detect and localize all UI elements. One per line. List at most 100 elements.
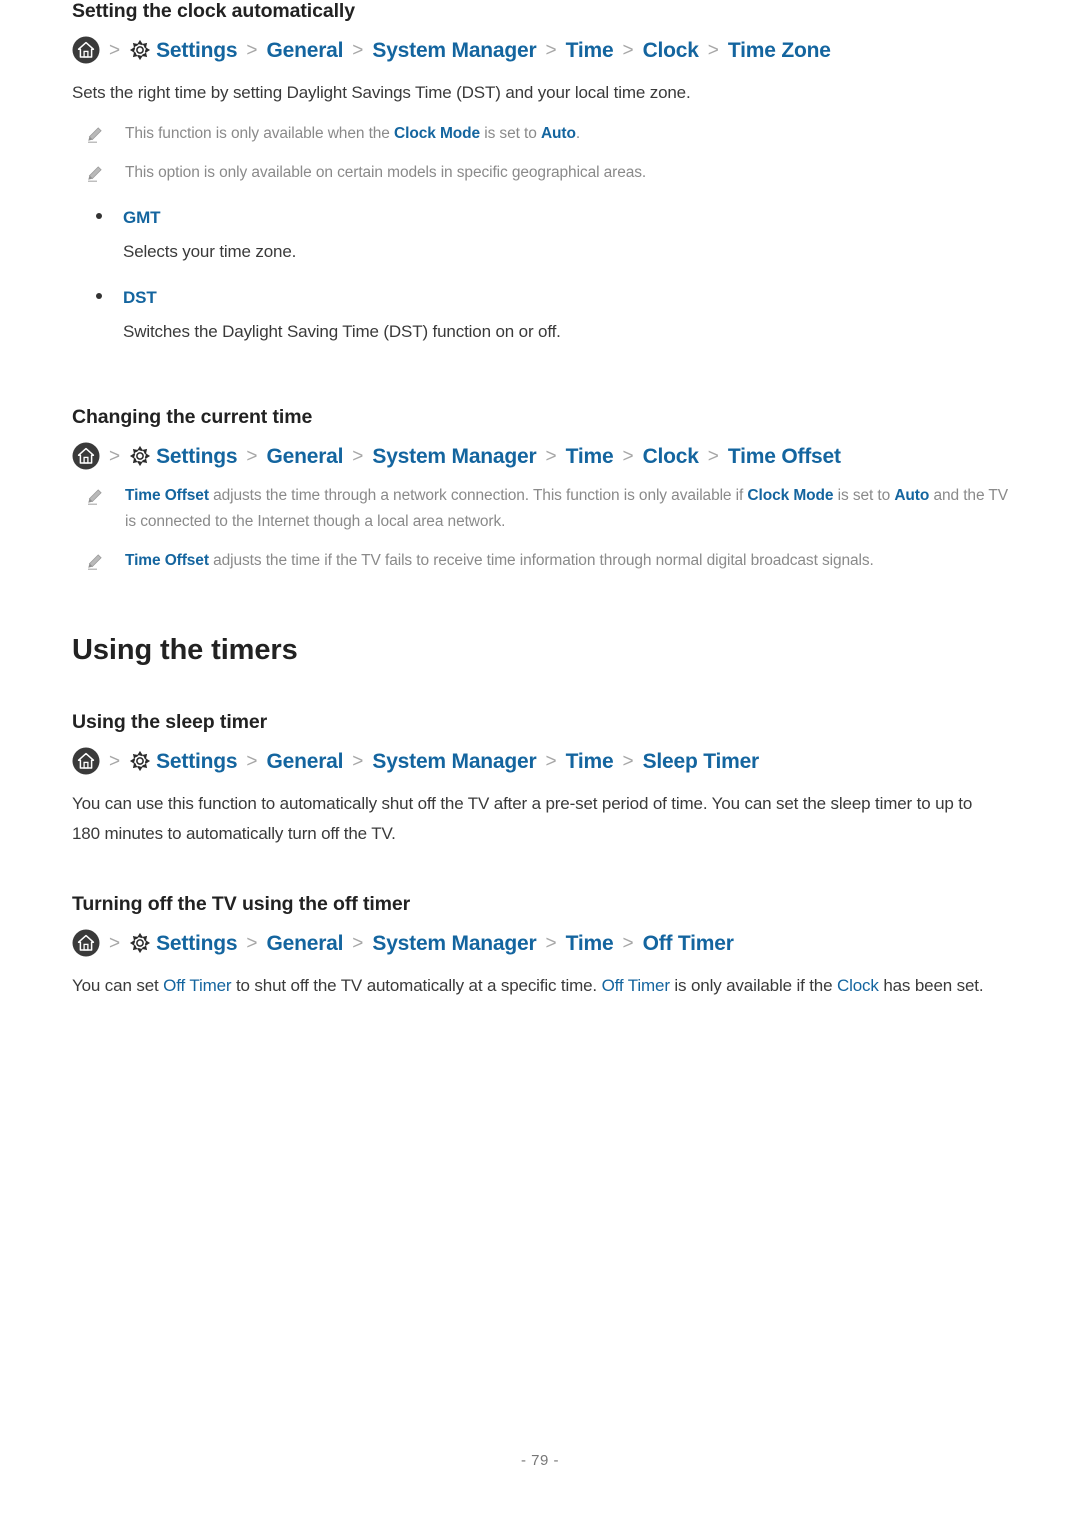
- breadcrumb-item-system-manager[interactable]: System Manager: [372, 40, 536, 61]
- bullet-label-dst[interactable]: DST: [123, 288, 157, 308]
- pencil-note-icon: [72, 160, 103, 182]
- chevron-right-icon: >: [545, 932, 557, 954]
- chevron-right-icon: >: [622, 445, 634, 467]
- chevron-right-icon: >: [545, 445, 557, 467]
- breadcrumb-item-time[interactable]: Time: [566, 446, 614, 467]
- gear-icon[interactable]: [129, 445, 156, 467]
- note-time-offset-broadcast: Time Offset adjusts the time if the TV f…: [72, 548, 1008, 574]
- pencil-note-icon: [72, 121, 103, 143]
- home-icon[interactable]: [72, 36, 100, 64]
- note-term-auto: Auto: [894, 487, 930, 504]
- bullet-description-dst: Switches the Daylight Saving Time (DST) …: [123, 322, 561, 341]
- note-part: .: [575, 125, 581, 142]
- gear-icon[interactable]: [129, 932, 156, 954]
- breadcrumb-item-system-manager[interactable]: System Manager: [372, 446, 536, 467]
- breadcrumb-off-timer: > Settings > General > System Manager > …: [72, 929, 1008, 957]
- breadcrumb-time-zone: > Settings > General > System Manager > …: [72, 36, 1008, 64]
- section-heading-clock-auto: Setting the clock automatically: [72, 0, 355, 22]
- breadcrumb-item-general[interactable]: General: [266, 933, 343, 954]
- note-part: adjusts the time through a network conne…: [208, 487, 748, 504]
- chevron-right-icon: >: [707, 39, 719, 61]
- breadcrumb-item-general[interactable]: General: [266, 40, 343, 61]
- paragraph-term-off-timer: Off Timer: [163, 976, 232, 995]
- breadcrumb-item-time[interactable]: Time: [566, 933, 614, 954]
- breadcrumb-item-off-timer[interactable]: Off Timer: [643, 933, 734, 954]
- section-heading-changing-time: Changing the current time: [72, 406, 313, 428]
- chevron-right-icon: >: [352, 932, 364, 954]
- bullet-dot-icon: [96, 293, 102, 299]
- breadcrumb-item-time[interactable]: Time: [566, 40, 614, 61]
- breadcrumb-sleep-timer: > Settings > General > System Manager > …: [72, 747, 1008, 775]
- breadcrumb-item-time-zone[interactable]: Time Zone: [728, 40, 831, 61]
- chevron-right-icon: >: [352, 445, 364, 467]
- document-page: Setting the clock automatically > Settin…: [0, 0, 1080, 1527]
- chevron-right-icon: >: [246, 39, 258, 61]
- bullet-dot-icon: [96, 213, 102, 219]
- breadcrumb-time-offset: > Settings > General > System Manager > …: [72, 442, 1008, 470]
- chevron-right-icon: >: [352, 750, 364, 772]
- note-term-auto: Auto: [540, 125, 576, 142]
- note-text: Time Offset adjusts the time through a n…: [125, 483, 1008, 535]
- page-title-using-the-timers: Using the timers: [72, 634, 298, 666]
- breadcrumb-item-general[interactable]: General: [266, 751, 343, 772]
- gear-icon[interactable]: [129, 750, 156, 772]
- page-number: - 79 -: [520, 1452, 559, 1469]
- breadcrumb-item-time[interactable]: Time: [566, 751, 614, 772]
- breadcrumb-item-clock[interactable]: Clock: [643, 446, 699, 467]
- home-icon[interactable]: [72, 929, 100, 957]
- chevron-right-icon: >: [622, 39, 634, 61]
- bullet-item-gmt: GMT: [72, 208, 1008, 228]
- breadcrumb-item-system-manager[interactable]: System Manager: [372, 933, 536, 954]
- note-time-offset-network: Time Offset adjusts the time through a n…: [72, 483, 1008, 535]
- chevron-right-icon: >: [109, 750, 121, 772]
- pencil-note-icon: [72, 483, 103, 505]
- breadcrumb-item-settings[interactable]: Settings: [156, 446, 237, 467]
- note-term-clock-mode: Clock Mode: [394, 125, 481, 142]
- bullet-label-gmt[interactable]: GMT: [123, 208, 161, 228]
- note-term-time-offset: Time Offset: [125, 487, 209, 504]
- chevron-right-icon: >: [622, 750, 634, 772]
- note-part: is set to: [833, 487, 895, 504]
- bullet-item-dst: DST: [72, 288, 1008, 308]
- chevron-right-icon: >: [622, 932, 634, 954]
- section-heading-sleep-timer: Using the sleep timer: [72, 711, 268, 733]
- note-text: Time Offset adjusts the time if the TV f…: [125, 548, 874, 574]
- paragraph-part: to shut off the TV automatically at a sp…: [231, 976, 602, 995]
- breadcrumb-item-settings[interactable]: Settings: [156, 933, 237, 954]
- breadcrumb-item-settings[interactable]: Settings: [156, 751, 237, 772]
- note-text: This option is only available on certain…: [125, 164, 647, 181]
- chevron-right-icon: >: [109, 932, 121, 954]
- breadcrumb-item-general[interactable]: General: [266, 446, 343, 467]
- chevron-right-icon: >: [246, 445, 258, 467]
- home-icon[interactable]: [72, 747, 100, 775]
- breadcrumb-item-clock[interactable]: Clock: [643, 40, 699, 61]
- chevron-right-icon: >: [109, 445, 121, 467]
- paragraph-part: has been set.: [878, 976, 984, 995]
- chevron-right-icon: >: [545, 750, 557, 772]
- chevron-right-icon: >: [246, 750, 258, 772]
- paragraph-part: You can set: [72, 976, 164, 995]
- chevron-right-icon: >: [109, 39, 121, 61]
- section-paragraph-sleep-timer: You can use this function to automatical…: [72, 794, 973, 843]
- chevron-right-icon: >: [352, 39, 364, 61]
- paragraph-part: is only available if the: [669, 976, 837, 995]
- chevron-right-icon: >: [707, 445, 719, 467]
- home-icon[interactable]: [72, 442, 100, 470]
- paragraph-term-clock: Clock: [836, 976, 879, 995]
- note-part: This function is only available when the: [125, 125, 395, 142]
- note-part: is set to: [480, 125, 541, 142]
- gear-icon[interactable]: [129, 39, 156, 61]
- breadcrumb-item-system-manager[interactable]: System Manager: [372, 751, 536, 772]
- chevron-right-icon: >: [246, 932, 258, 954]
- chevron-right-icon: >: [545, 39, 557, 61]
- breadcrumb-item-sleep-timer[interactable]: Sleep Timer: [643, 751, 760, 772]
- bullet-description-gmt: Selects your time zone.: [123, 242, 297, 261]
- breadcrumb-item-settings[interactable]: Settings: [156, 40, 237, 61]
- paragraph-term-off-timer: Off Timer: [601, 976, 670, 995]
- section-heading-off-timer: Turning off the TV using the off timer: [72, 893, 411, 915]
- breadcrumb-item-time-offset[interactable]: Time Offset: [728, 446, 841, 467]
- section-paragraph-clock-auto: Sets the right time by setting Daylight …: [72, 83, 691, 102]
- note-text: This function is only available when the…: [125, 121, 580, 147]
- pencil-note-icon: [72, 548, 103, 570]
- note-term-time-offset: Time Offset: [125, 552, 209, 569]
